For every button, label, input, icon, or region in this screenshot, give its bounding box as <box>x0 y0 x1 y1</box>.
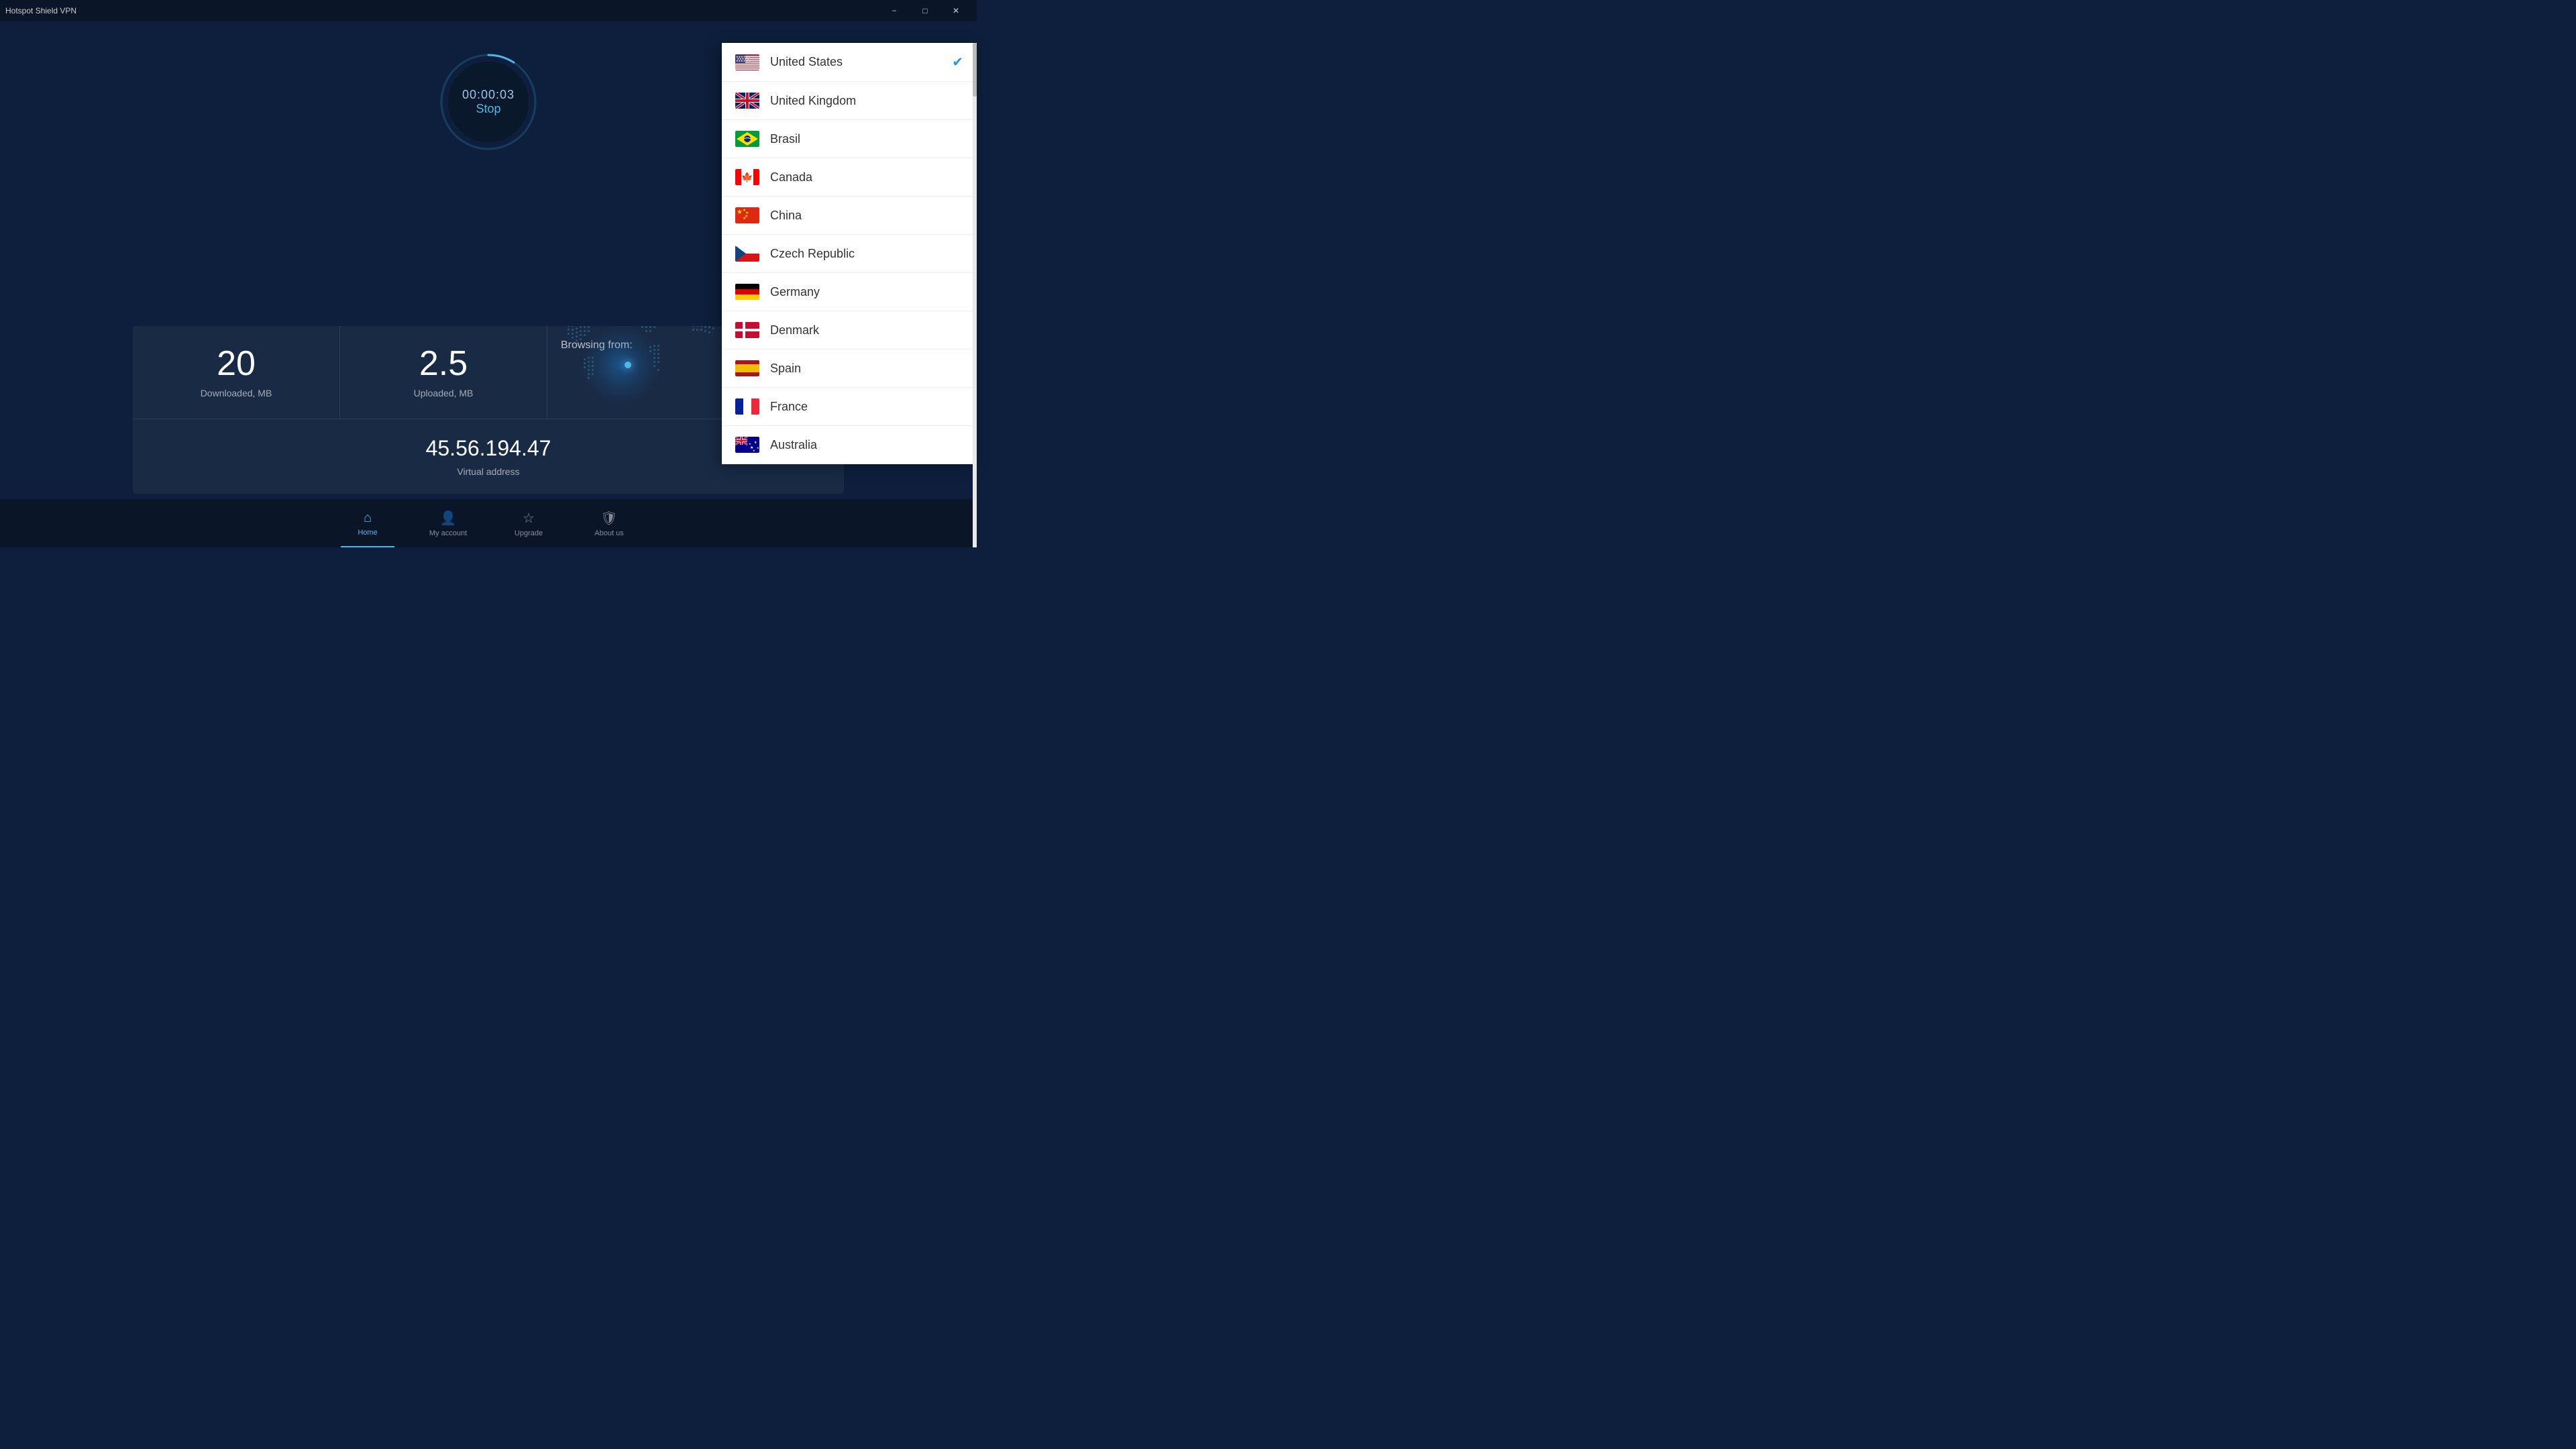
country-name-cz: Czech Republic <box>770 247 963 261</box>
country-name-dk: Denmark <box>770 323 963 337</box>
svg-text:★★★★★★: ★★★★★★ <box>736 59 751 62</box>
nav-about-us-label: About us <box>594 529 623 537</box>
flag-cn: ★ ★ ★ ★ ★ <box>735 207 759 223</box>
close-button[interactable]: ✕ <box>941 0 971 21</box>
nav-home[interactable]: ⌂ Home <box>327 499 408 547</box>
download-value: 20 <box>146 346 326 381</box>
country-item-cz[interactable]: Czech Republic <box>722 235 977 273</box>
country-name-uk: United Kingdom <box>770 94 963 108</box>
location-dot <box>625 362 631 368</box>
country-item-es[interactable]: Spain <box>722 350 977 388</box>
shield-icon: 🛡 <box>600 510 617 527</box>
flag-us: ★★★★★★ ★★★★★ ★★★★★★ <box>735 54 759 70</box>
dropdown-scrollbar-thumb[interactable] <box>973 43 977 97</box>
flag-fr <box>735 398 759 415</box>
country-item-cn[interactable]: ★ ★ ★ ★ ★ China <box>722 197 977 235</box>
svg-text:★: ★ <box>743 216 746 221</box>
upload-label: Uploaded, MB <box>354 388 533 398</box>
app-title: Hotspot Shield VPN <box>5 6 76 15</box>
flag-es <box>735 360 759 376</box>
flag-br <box>735 131 759 147</box>
country-name-es: Spain <box>770 362 963 376</box>
svg-text:★: ★ <box>749 442 751 445</box>
minimize-button[interactable]: − <box>879 0 910 21</box>
timer-circle[interactable]: 00:00:03 Stop <box>435 48 542 156</box>
home-icon: ⌂ <box>364 511 372 526</box>
star-icon: ☆ <box>523 510 535 527</box>
dropdown-scrollbar-track[interactable] <box>973 43 977 547</box>
country-item-us[interactable]: ★★★★★★ ★★★★★ ★★★★★★ United States ✔ <box>722 43 977 82</box>
nav-home-label: Home <box>358 529 377 537</box>
country-check-us: ✔ <box>952 54 963 70</box>
nav-upgrade-label: Upgrade <box>515 529 543 537</box>
maximize-button[interactable]: □ <box>910 0 941 21</box>
svg-text:★: ★ <box>753 449 755 452</box>
flag-cz <box>735 246 759 262</box>
country-name-cn: China <box>770 209 963 223</box>
upload-value: 2.5 <box>354 346 533 381</box>
country-item-fr[interactable]: France <box>722 388 977 426</box>
nav-my-account[interactable]: 👤 My account <box>408 499 488 547</box>
svg-text:★: ★ <box>737 209 743 216</box>
country-item-ca[interactable]: 🍁 Canada <box>722 158 977 197</box>
map-glow <box>581 326 661 405</box>
svg-text:★: ★ <box>757 446 759 449</box>
upload-stat: 2.5 Uploaded, MB <box>340 326 547 419</box>
download-label: Downloaded, MB <box>146 388 326 398</box>
bottom-nav: ⌂ Home 👤 My account ☆ Upgrade 🛡 About us <box>0 499 977 547</box>
country-item-de[interactable]: Germany <box>722 273 977 311</box>
stop-button[interactable]: Stop <box>462 102 515 116</box>
flag-de <box>735 284 759 300</box>
title-bar: Hotspot Shield VPN − □ ✕ <box>0 0 977 21</box>
flag-au: ★ ★ ★ ★ ★ <box>735 437 759 453</box>
country-item-dk[interactable]: Denmark <box>722 311 977 350</box>
main-content: 00:00:03 Stop 20 Downloaded, MB 2.5 Uplo… <box>0 21 977 547</box>
svg-text:★: ★ <box>754 441 757 445</box>
svg-text:🍁: 🍁 <box>741 172 753 183</box>
country-name-de: Germany <box>770 285 963 299</box>
country-dropdown: ★★★★★★ ★★★★★ ★★★★★★ United States ✔ <box>722 43 977 464</box>
flag-dk <box>735 322 759 338</box>
country-name-us: United States <box>770 55 941 69</box>
window-controls: − □ ✕ <box>879 0 971 21</box>
country-item-uk[interactable]: United Kingdom <box>722 82 977 120</box>
country-name-fr: France <box>770 400 963 414</box>
flag-ca: 🍁 <box>735 169 759 185</box>
download-stat: 20 Downloaded, MB <box>133 326 340 419</box>
nav-my-account-label: My account <box>429 529 467 537</box>
flag-uk <box>735 93 759 109</box>
virtual-address-label: Virtual address <box>146 466 830 477</box>
country-name-br: Brasil <box>770 132 963 146</box>
person-icon: 👤 <box>440 510 457 527</box>
country-item-br[interactable]: Brasil <box>722 120 977 158</box>
country-item-au[interactable]: ★ ★ ★ ★ ★ Australia <box>722 426 977 464</box>
timer-display: 00:00:03 <box>462 88 515 102</box>
country-name-ca: Canada <box>770 170 963 184</box>
country-name-au: Australia <box>770 438 963 452</box>
nav-upgrade[interactable]: ☆ Upgrade <box>488 499 569 547</box>
nav-about-us[interactable]: 🛡 About us <box>569 499 649 547</box>
